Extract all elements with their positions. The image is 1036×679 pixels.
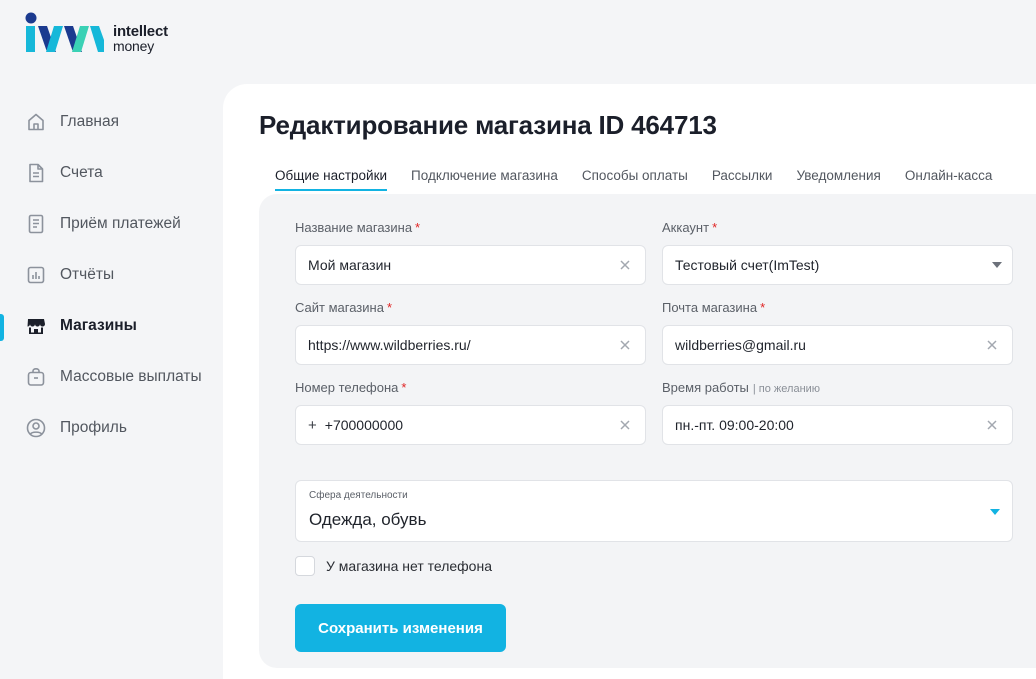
save-button[interactable]: Сохранить изменения [295, 604, 506, 652]
hours-label-text: Время работы [662, 380, 749, 395]
sidebar-item-invoices[interactable]: Счета [0, 147, 222, 198]
required-mark: * [401, 380, 407, 395]
sidebar-item-profile[interactable]: Профиль [0, 402, 222, 453]
chevron-down-icon[interactable] [990, 509, 1000, 515]
tab-online-cashbox[interactable]: Онлайн-касса [905, 168, 993, 191]
sidebar-item-label: Отчёты [60, 265, 115, 283]
chevron-down-icon[interactable] [992, 262, 1002, 268]
site-label-text: Сайт магазина [295, 300, 384, 315]
settings-form: Название магазина * Мой магазин Аккаунт * … [259, 194, 1036, 668]
sidebar-item-home[interactable]: Главная [0, 96, 222, 147]
store-icon [25, 315, 47, 337]
sidebar-item-label: Массовые выплаты [60, 367, 202, 385]
bar-chart-icon [25, 264, 47, 286]
user-circle-icon [25, 417, 47, 439]
hours-group: Время работы | по желанию пн.-пт. 09:00-2… [662, 380, 1013, 445]
site-input[interactable]: https://www.wildberries.ru/ [295, 325, 646, 365]
logo[interactable]: intellect money [24, 12, 194, 56]
logo-mark [25, 12, 104, 52]
document-icon [25, 162, 47, 184]
tab-store-connection[interactable]: Подключение магазина [411, 168, 558, 191]
site-value: https://www.wildberries.ru/ [308, 337, 471, 353]
account-label: Аккаунт * [662, 220, 1013, 236]
shop-name-label: Название магазина * [295, 220, 646, 236]
sidebar-item-label: Профиль [60, 418, 127, 436]
email-label-text: Почта магазина [662, 300, 758, 315]
page-title: Редактирование магазина ID 464713 [259, 110, 717, 140]
email-group: Почта магазина * wildberries@gmail.ru [662, 300, 1013, 365]
hours-label: Время работы | по желанию [662, 380, 1013, 396]
sidebar-item-mass-payouts[interactable]: Массовые выплаты [0, 351, 222, 402]
clear-icon[interactable] [984, 337, 1000, 353]
tab-general-settings[interactable]: Общие настройки [275, 168, 388, 191]
sidebar-item-payments[interactable]: Приём платежей [0, 198, 222, 249]
no-phone-label[interactable]: У магазина нет телефона [326, 558, 492, 574]
phone-label-text: Номер телефона [295, 380, 399, 395]
phone-prefix: + [308, 416, 317, 434]
no-phone-checkbox[interactable] [295, 556, 315, 576]
phone-value: +700000000 [324, 417, 404, 433]
phone-group: Номер телефона * + +700000000 [295, 380, 646, 445]
account-select[interactable]: Тестовый счет(ImTest) [662, 245, 1013, 285]
phone-input[interactable]: + +700000000 [295, 405, 646, 445]
account-label-text: Аккаунт [662, 220, 710, 235]
home-icon [25, 111, 47, 133]
sphere-label: Сфера деятельности [309, 490, 408, 501]
email-input[interactable]: wildberries@gmail.ru [662, 325, 1013, 365]
shop-name-value: Мой магазин [308, 257, 392, 273]
optional-hint: | по желанию [752, 383, 821, 395]
hours-input[interactable]: пн.-пт. 09:00-20:00 [662, 405, 1013, 445]
sidebar-item-label: Приём платежей [60, 214, 181, 232]
required-mark: * [760, 300, 766, 315]
tabs: Общие настройки Подключение магазина Спо… [275, 168, 1016, 191]
shop-name-label-text: Название магазина [295, 220, 413, 235]
site-group: Сайт магазина * https://www.wildberries.r… [295, 300, 646, 365]
clear-icon[interactable] [617, 257, 633, 273]
sphere-value: Одежда, обувь [309, 510, 427, 529]
email-label: Почта магазина * [662, 300, 1013, 316]
tab-mailings[interactable]: Рассылки [712, 168, 773, 191]
required-mark: * [415, 220, 421, 235]
tab-notifications[interactable]: Уведомления [796, 168, 880, 191]
sidebar-item-reports[interactable]: Отчёты [0, 249, 222, 300]
clear-icon[interactable] [617, 337, 633, 353]
clear-icon[interactable] [617, 417, 633, 433]
account-value: Тестовый счет(ImTest) [675, 257, 820, 273]
main-panel: Редактирование магазина ID 464713 Общие … [223, 84, 1036, 679]
sidebar-item-label: Счета [60, 163, 103, 181]
required-mark: * [386, 300, 392, 315]
sphere-select[interactable]: Сфера деятельности Одежда, обувь [295, 480, 1013, 542]
account-group: Аккаунт * Тестовый счет(ImTest) [662, 220, 1013, 285]
sidebar-item-label: Магазины [60, 316, 137, 334]
logo-line-2: money [113, 38, 155, 54]
phone-label: Номер телефона * [295, 380, 646, 396]
required-mark: * [712, 220, 718, 235]
shop-name-input[interactable]: Мой магазин [295, 245, 646, 285]
site-label: Сайт магазина * [295, 300, 646, 316]
clear-icon[interactable] [984, 417, 1000, 433]
shop-name-group: Название магазина * Мой магазин [295, 220, 646, 285]
hours-value: пн.-пт. 09:00-20:00 [675, 417, 794, 433]
no-phone-row: У магазина нет телефона [295, 556, 492, 576]
receipt-icon [25, 213, 47, 235]
sidebar-item-label: Главная [60, 112, 119, 130]
logo-text: intellect money [113, 24, 168, 54]
email-value: wildberries@gmail.ru [675, 337, 806, 353]
sidebar: Главная Счета Приём платежей Отчёты Мага… [0, 96, 222, 453]
tab-payment-methods[interactable]: Способы оплаты [582, 168, 688, 191]
bag-icon [25, 366, 47, 388]
sidebar-item-stores[interactable]: Магазины [0, 300, 222, 351]
logo-line-1: intellect [113, 23, 168, 40]
